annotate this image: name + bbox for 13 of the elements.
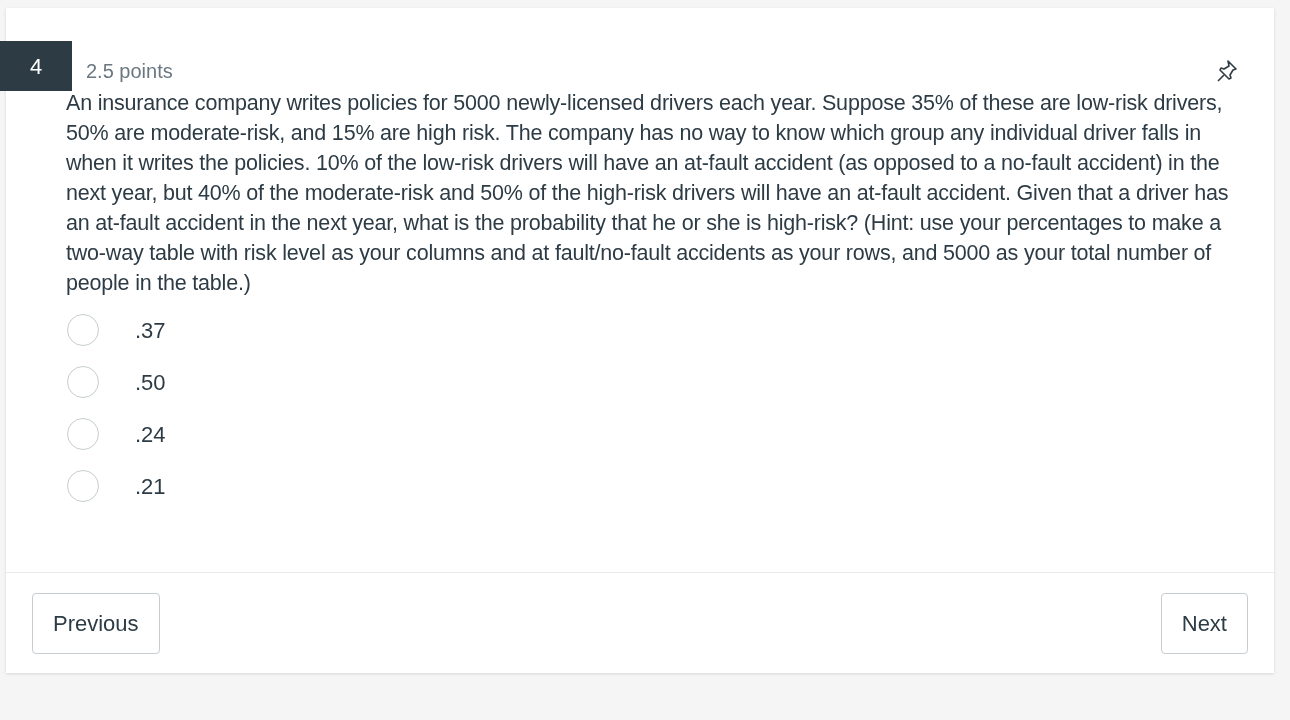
radio-button[interactable]: [67, 418, 99, 450]
points-label: 2.5 points: [86, 58, 173, 84]
next-button[interactable]: Next: [1160, 593, 1248, 654]
question-text: An insurance company writes policies for 5000 newly-licensed drivers each year. Suppose 35% of these are low-risk drivers, 50% are moderate-risk, and 15% are high risk. The company has no way to know which group any individual driver falls in when it writes the policies. 10% of the low-risk drivers will have an at-fault accident (as opposed to a no-fault accident) in the next year, but 40% of the moderate-risk and 50% of the high-risk drivers will have an at-fault accident. Given that a driver has an at-fault accident in the next year, what is the probability that he or she is high-risk? (Hint: use your percentages to make a two-way table with risk level as your columns and at fault/no-fault accidents as your rows, and 5000 as your total number of people in the table.): [65, 90, 1230, 297]
answer-label: .50: [135, 368, 166, 397]
radio-button[interactable]: [67, 314, 99, 346]
answer-label: .24: [135, 420, 166, 449]
previous-button[interactable]: Previous: [32, 593, 160, 654]
answer-label: .21: [135, 472, 166, 501]
answer-label: .37: [135, 316, 166, 345]
radio-button[interactable]: [67, 366, 99, 398]
radio-button[interactable]: [67, 470, 99, 502]
question-number: 4: [0, 41, 72, 91]
